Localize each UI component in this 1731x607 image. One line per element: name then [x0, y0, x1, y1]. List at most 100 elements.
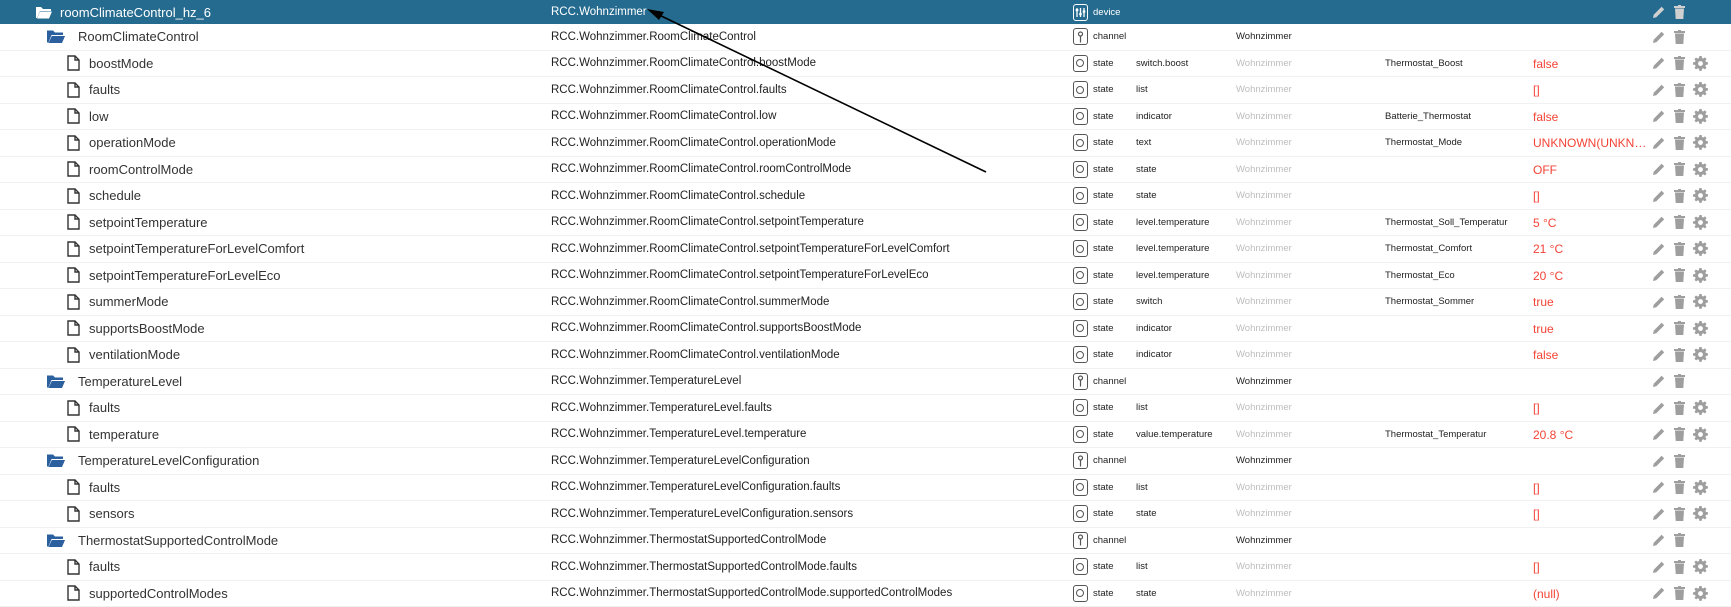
object-value[interactable]: [] [1533, 77, 1648, 103]
object-value[interactable]: [] [1533, 183, 1648, 209]
state-row[interactable]: boostModeRCC.Wohnzimmer.RoomClimateContr… [0, 51, 1731, 78]
folder-open-icon[interactable] [34, 0, 54, 24]
gear-icon[interactable] [1692, 554, 1708, 580]
trash-icon[interactable] [1672, 157, 1686, 183]
trash-icon[interactable] [1672, 104, 1686, 130]
object-value[interactable]: 20 °C [1533, 263, 1648, 289]
pencil-icon[interactable] [1651, 77, 1667, 103]
pencil-icon[interactable] [1651, 316, 1667, 342]
state-row[interactable]: operationModeRCC.Wohnzimmer.RoomClimateC… [0, 130, 1731, 157]
channel-row[interactable]: ThermostatSupportedControlModeRCC.Wohnzi… [0, 528, 1731, 555]
trash-icon[interactable] [1672, 554, 1686, 580]
state-row[interactable]: setpointTemperatureRCC.Wohnzimmer.RoomCl… [0, 210, 1731, 237]
pencil-icon[interactable] [1651, 210, 1667, 236]
gear-icon[interactable] [1692, 316, 1708, 342]
state-row[interactable]: roomControlModeRCC.Wohnzimmer.RoomClimat… [0, 157, 1731, 184]
gear-icon[interactable] [1692, 157, 1708, 183]
gear-icon[interactable] [1692, 51, 1708, 77]
gear-icon[interactable] [1692, 395, 1708, 421]
gear-icon[interactable] [1692, 183, 1708, 209]
trash-icon[interactable] [1672, 289, 1686, 315]
object-value[interactable]: 20.8 °C [1533, 422, 1648, 448]
folder-open-icon[interactable] [46, 24, 66, 50]
gear-icon[interactable] [1692, 501, 1708, 527]
folder-open-icon[interactable] [46, 448, 66, 474]
pencil-icon[interactable] [1651, 289, 1667, 315]
object-value[interactable]: UNKNOWN(UNKNOWN) [1533, 130, 1648, 156]
trash-icon[interactable] [1672, 342, 1686, 368]
pencil-icon[interactable] [1651, 130, 1667, 156]
object-value[interactable]: [] [1533, 395, 1648, 421]
pencil-icon[interactable] [1651, 0, 1667, 24]
state-row[interactable]: ventilationModeRCC.Wohnzimmer.RoomClimat… [0, 342, 1731, 369]
trash-icon[interactable] [1672, 422, 1686, 448]
object-value[interactable]: false [1533, 104, 1648, 130]
gear-icon[interactable] [1692, 422, 1708, 448]
object-value[interactable]: 5 °C [1533, 210, 1648, 236]
gear-icon[interactable] [1692, 130, 1708, 156]
gear-icon[interactable] [1692, 104, 1708, 130]
trash-icon[interactable] [1672, 316, 1686, 342]
object-value[interactable]: true [1533, 289, 1648, 315]
pencil-icon[interactable] [1651, 448, 1667, 474]
trash-icon[interactable] [1672, 77, 1686, 103]
trash-icon[interactable] [1672, 0, 1686, 24]
trash-icon[interactable] [1672, 475, 1686, 501]
gear-icon[interactable] [1692, 263, 1708, 289]
device-row[interactable]: roomClimateControl_hz_6 RCC.Wohnzimmer d… [0, 0, 1731, 24]
gear-icon[interactable] [1692, 342, 1708, 368]
trash-icon[interactable] [1672, 183, 1686, 209]
state-row[interactable]: faultsRCC.Wohnzimmer.RoomClimateControl.… [0, 77, 1731, 104]
state-row[interactable]: supportedControlModesRCC.Wohnzimmer.Ther… [0, 581, 1731, 607]
state-row[interactable]: lowRCC.Wohnzimmer.RoomClimateControl.low… [0, 104, 1731, 131]
pencil-icon[interactable] [1651, 528, 1667, 554]
state-row[interactable]: faultsRCC.Wohnzimmer.TemperatureLevel.fa… [0, 395, 1731, 422]
state-row[interactable]: temperatureRCC.Wohnzimmer.TemperatureLev… [0, 422, 1731, 449]
state-row[interactable]: scheduleRCC.Wohnzimmer.RoomClimateContro… [0, 183, 1731, 210]
pencil-icon[interactable] [1651, 183, 1667, 209]
channel-row[interactable]: TemperatureLevelConfigurationRCC.Wohnzim… [0, 448, 1731, 475]
state-row[interactable]: sensorsRCC.Wohnzimmer.TemperatureLevelCo… [0, 501, 1731, 528]
gear-icon[interactable] [1692, 289, 1708, 315]
pencil-icon[interactable] [1651, 422, 1667, 448]
pencil-icon[interactable] [1651, 236, 1667, 262]
state-row[interactable]: setpointTemperatureForLevelEcoRCC.Wohnzi… [0, 263, 1731, 290]
gear-icon[interactable] [1692, 77, 1708, 103]
pencil-icon[interactable] [1651, 263, 1667, 289]
pencil-icon[interactable] [1651, 51, 1667, 77]
object-value[interactable]: 21 °C [1533, 236, 1648, 262]
channel-row[interactable]: RoomClimateControlRCC.Wohnzimmer.RoomCli… [0, 24, 1731, 51]
trash-icon[interactable] [1672, 263, 1686, 289]
pencil-icon[interactable] [1651, 475, 1667, 501]
trash-icon[interactable] [1672, 210, 1686, 236]
trash-icon[interactable] [1672, 369, 1686, 395]
pencil-icon[interactable] [1651, 104, 1667, 130]
pencil-icon[interactable] [1651, 501, 1667, 527]
state-row[interactable]: faultsRCC.Wohnzimmer.TemperatureLevelCon… [0, 475, 1731, 502]
object-value[interactable]: true [1533, 316, 1648, 342]
state-row[interactable]: faultsRCC.Wohnzimmer.ThermostatSupported… [0, 554, 1731, 581]
trash-icon[interactable] [1672, 581, 1686, 607]
pencil-icon[interactable] [1651, 342, 1667, 368]
pencil-icon[interactable] [1651, 24, 1667, 50]
pencil-icon[interactable] [1651, 554, 1667, 580]
pencil-icon[interactable] [1651, 369, 1667, 395]
object-value[interactable]: false [1533, 51, 1648, 77]
object-value[interactable]: [] [1533, 554, 1648, 580]
object-value[interactable]: OFF [1533, 157, 1648, 183]
pencil-icon[interactable] [1651, 581, 1667, 607]
trash-icon[interactable] [1672, 236, 1686, 262]
trash-icon[interactable] [1672, 51, 1686, 77]
object-value[interactable]: [] [1533, 475, 1648, 501]
pencil-icon[interactable] [1651, 157, 1667, 183]
trash-icon[interactable] [1672, 395, 1686, 421]
gear-icon[interactable] [1692, 475, 1708, 501]
state-row[interactable]: summerModeRCC.Wohnzimmer.RoomClimateCont… [0, 289, 1731, 316]
gear-icon[interactable] [1692, 210, 1708, 236]
gear-icon[interactable] [1692, 236, 1708, 262]
folder-open-icon[interactable] [46, 528, 66, 554]
channel-row[interactable]: TemperatureLevelRCC.Wohnzimmer.Temperatu… [0, 369, 1731, 396]
trash-icon[interactable] [1672, 501, 1686, 527]
state-row[interactable]: supportsBoostModeRCC.Wohnzimmer.RoomClim… [0, 316, 1731, 343]
trash-icon[interactable] [1672, 528, 1686, 554]
